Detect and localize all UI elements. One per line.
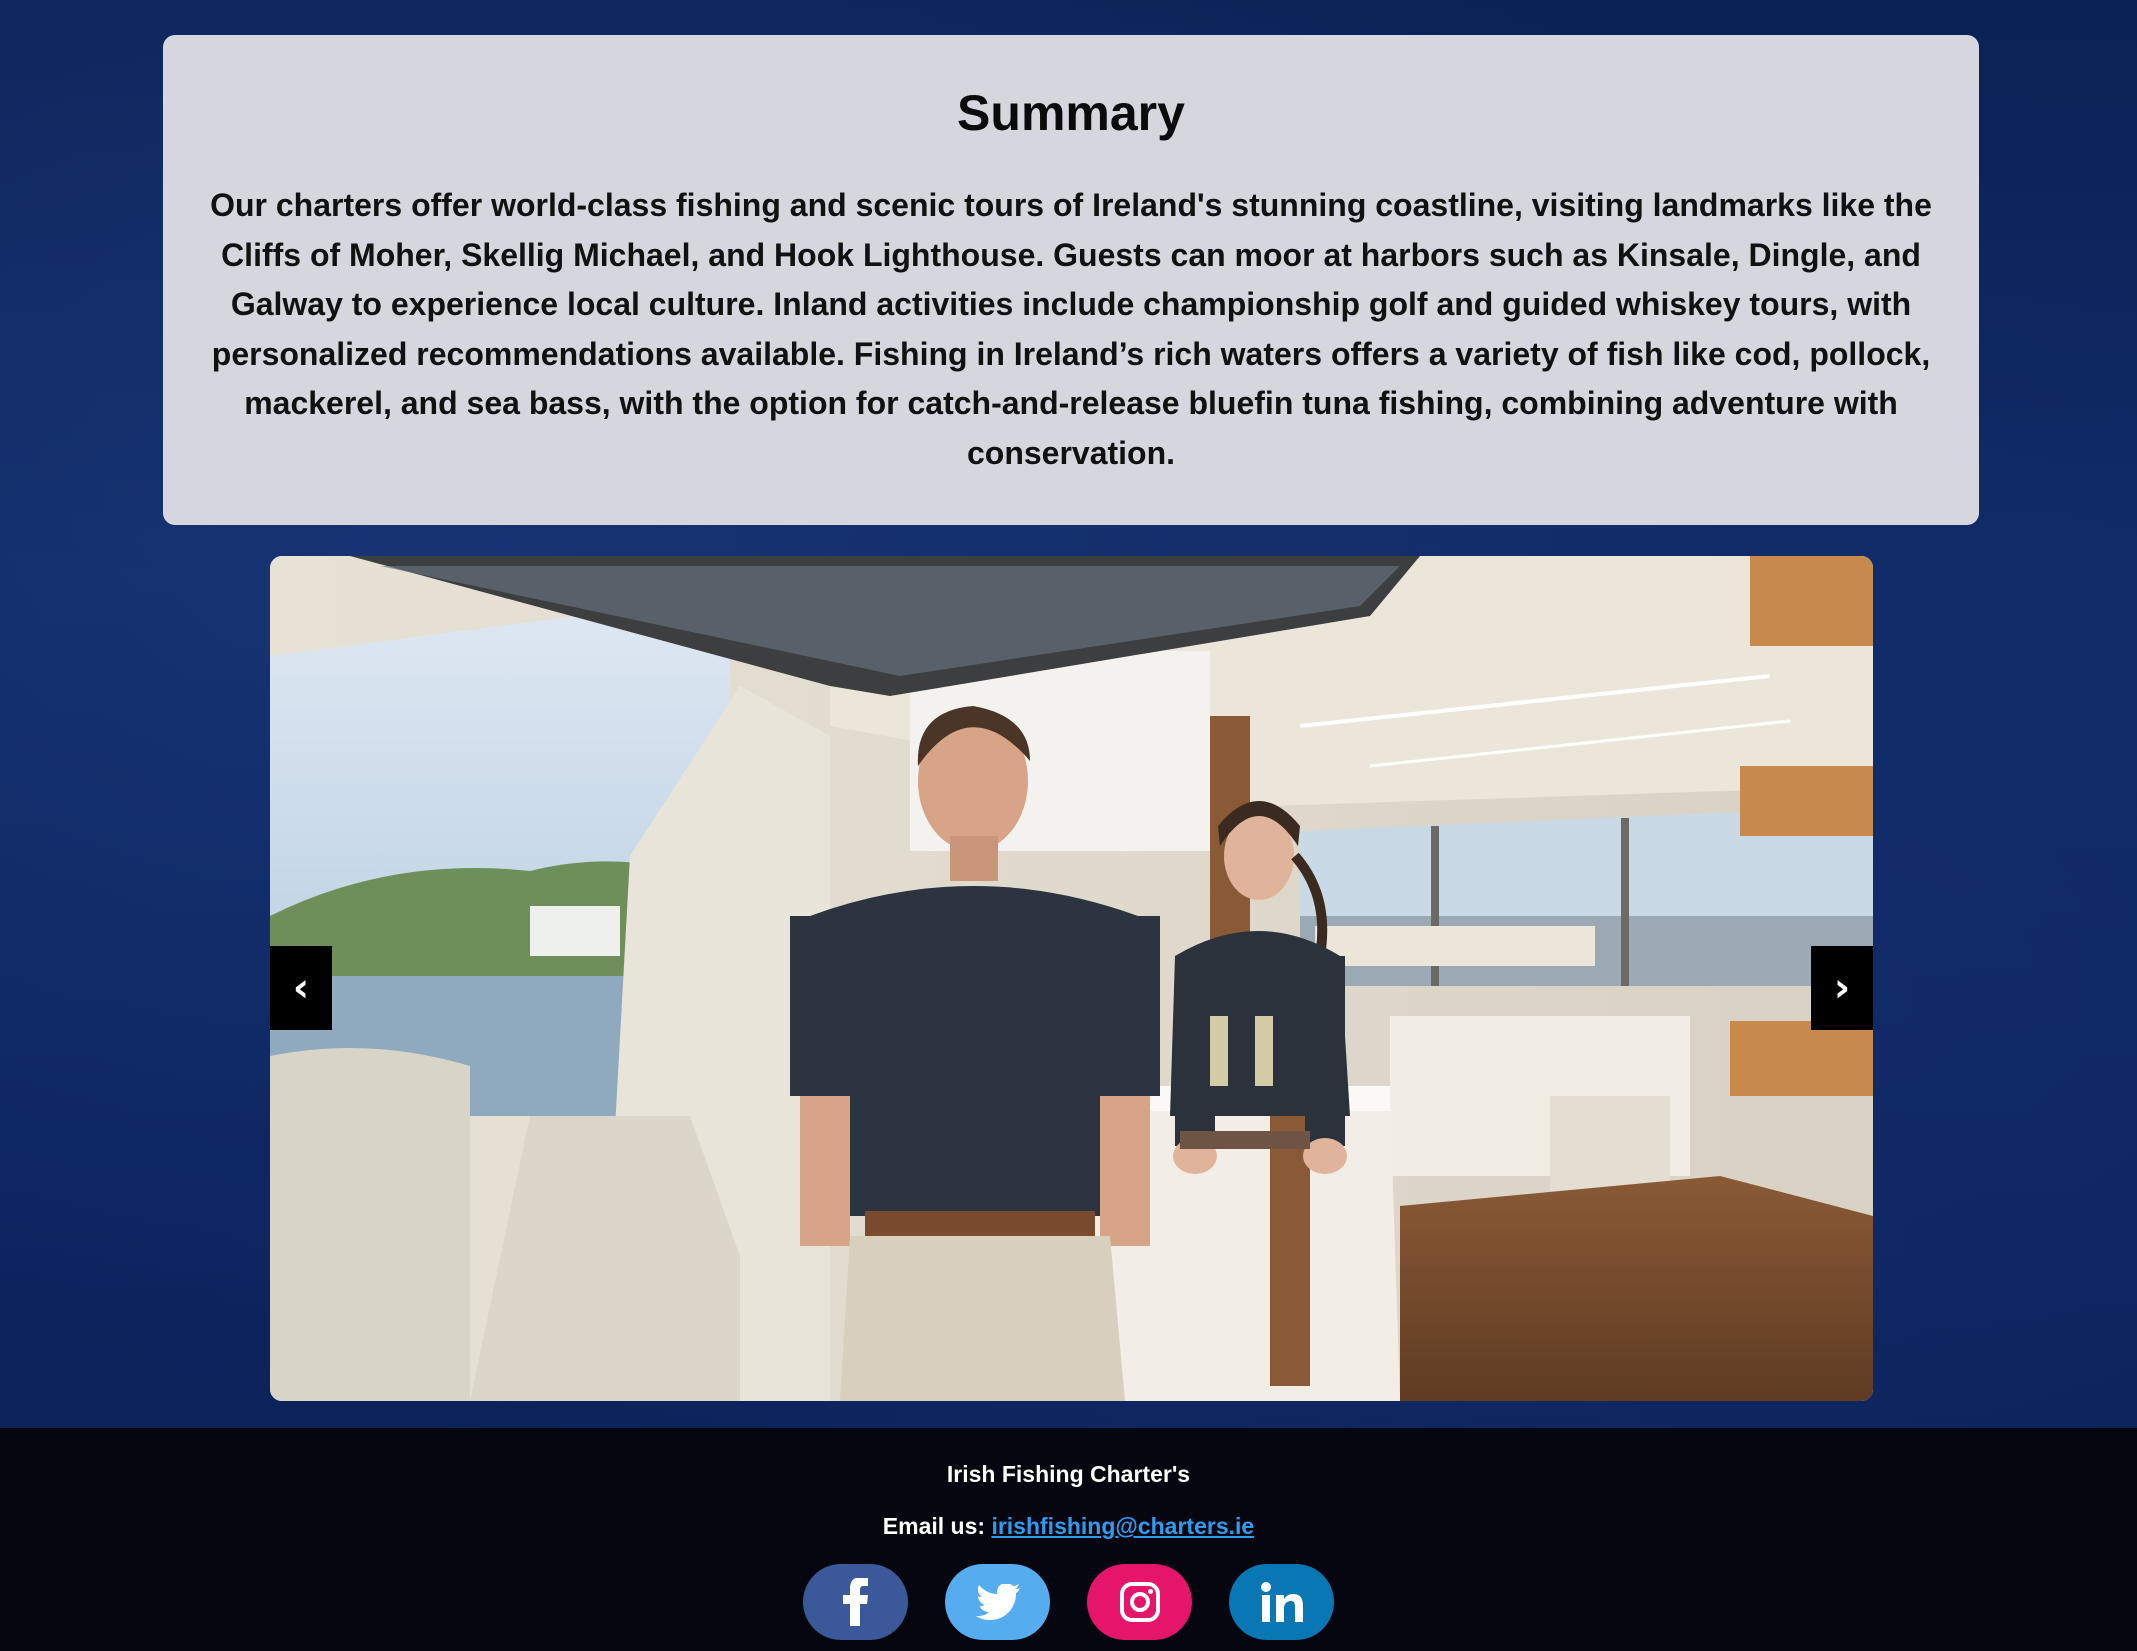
instagram-button[interactable] [1087, 1564, 1192, 1640]
email-prefix: Email us: [882, 1513, 992, 1539]
facebook-icon [842, 1578, 868, 1626]
email-link[interactable]: irishfishing@charters.ie [991, 1513, 1254, 1539]
facebook-button[interactable] [803, 1564, 908, 1640]
image-carousel: ‹ › [270, 556, 1873, 1401]
summary-text: Our charters offer world-class fishing a… [210, 187, 1932, 471]
social-links [0, 1564, 2137, 1640]
carousel-prev-button[interactable]: ‹ [270, 946, 332, 1030]
footer-brand: Irish Fishing Charter's [946, 1461, 1191, 1487]
instagram-icon [1119, 1582, 1160, 1622]
carousel-next-button[interactable]: › [1811, 946, 1873, 1030]
twitter-icon [975, 1584, 1020, 1620]
footer-email-line: Email us: irishfishing@charters.ie [0, 1513, 2137, 1540]
site-footer: Irish Fishing Charter's Email us: irishf… [0, 1428, 2137, 1651]
linkedin-icon [1260, 1582, 1303, 1622]
yacht-crew-photo [270, 556, 1873, 1401]
summary-card: Summary Our charters offer world-class f… [163, 35, 1979, 525]
linkedin-button[interactable] [1229, 1564, 1334, 1640]
twitter-button[interactable] [945, 1564, 1050, 1640]
summary-title: Summary [957, 85, 1185, 141]
